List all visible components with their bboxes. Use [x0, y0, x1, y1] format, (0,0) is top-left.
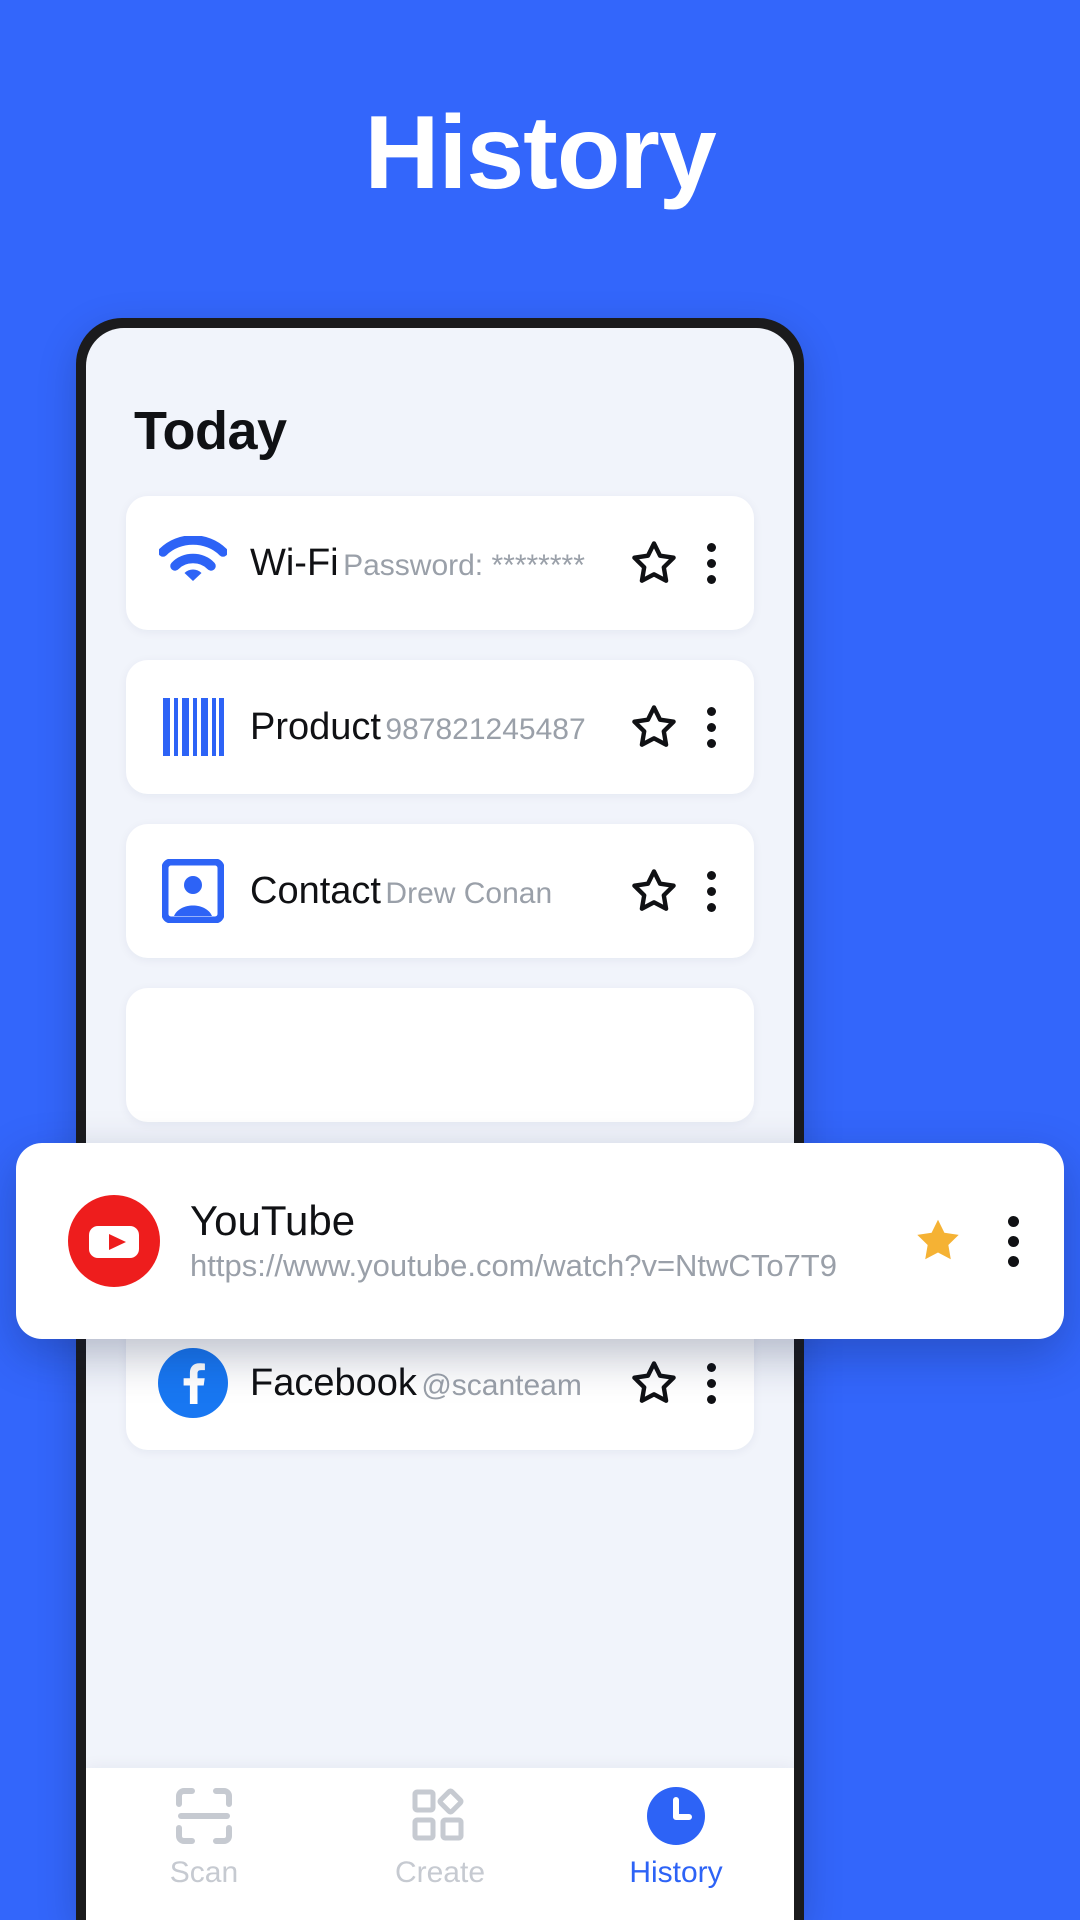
- list-item-title: YouTube: [190, 1197, 356, 1245]
- list-item-subtitle: 987821245487: [385, 712, 586, 746]
- bottom-navigation: Scan Create History: [86, 1768, 794, 1920]
- page-title: History: [364, 95, 716, 211]
- list-item-title: Contact: [250, 869, 381, 912]
- list-item-text: Wi-Fi Password: ********: [250, 541, 618, 586]
- star-icon-filled[interactable]: [912, 1215, 964, 1267]
- floating-list-item-youtube[interactable]: YouTube https://www.youtube.com/watch?v=…: [16, 1143, 1064, 1339]
- list-item-actions: [912, 1213, 1030, 1269]
- nav-item-history[interactable]: History: [576, 1786, 776, 1890]
- list-item-title: Facebook: [250, 1361, 417, 1404]
- list-item-title: Wi-Fi: [250, 541, 339, 584]
- list-item-text: Product 987821245487: [250, 705, 618, 750]
- phone-screen: Today Wi-Fi Password: ******** Product 9…: [86, 328, 794, 1920]
- youtube-icon: [66, 1193, 162, 1289]
- more-options-icon[interactable]: [694, 699, 728, 755]
- list-item-title: Product: [250, 705, 381, 748]
- more-options-icon[interactable]: [694, 535, 728, 591]
- wifi-icon: [156, 526, 230, 600]
- barcode-icon: [156, 690, 230, 764]
- nav-label-history: History: [629, 1856, 723, 1889]
- list-item[interactable]: Product 987821245487: [126, 660, 754, 794]
- more-options-icon[interactable]: [694, 1355, 728, 1411]
- list-item-actions: [628, 535, 728, 591]
- nav-label-create: Create: [394, 1856, 486, 1889]
- list-item-actions: [628, 699, 728, 755]
- list-item[interactable]: Wi-Fi Password: ********: [126, 496, 754, 630]
- list-item-text: YouTube https://www.youtube.com/watch?v=…: [190, 1196, 902, 1286]
- list-item-actions: [628, 863, 728, 919]
- list-item-subtitle: @scanteam: [421, 1368, 582, 1402]
- list-item-subtitle: Drew Conan: [385, 876, 553, 910]
- phone-frame: Today Wi-Fi Password: ******** Product 9…: [76, 318, 804, 1920]
- list-item-actions: [628, 1355, 728, 1411]
- facebook-icon: [156, 1346, 230, 1420]
- list-item-subtitle: Password: ********: [343, 548, 585, 582]
- history-icon: [645, 1786, 707, 1846]
- more-options-icon[interactable]: [996, 1213, 1030, 1269]
- star-icon[interactable]: [628, 1357, 680, 1409]
- list-item-text: Facebook @scanteam: [250, 1361, 618, 1406]
- star-icon[interactable]: [628, 865, 680, 917]
- more-options-icon[interactable]: [694, 863, 728, 919]
- list-item[interactable]: Contact Drew Conan: [126, 824, 754, 958]
- nav-item-scan[interactable]: Scan: [104, 1786, 304, 1890]
- star-icon[interactable]: [628, 537, 680, 589]
- list-item-text: Contact Drew Conan: [250, 869, 618, 914]
- contact-icon: [156, 854, 230, 928]
- section-header-today: Today: [134, 401, 287, 461]
- nav-item-create[interactable]: Create: [340, 1786, 540, 1890]
- scan-icon: [175, 1786, 233, 1846]
- list-item-obscured[interactable]: [126, 988, 754, 1122]
- list-item-subtitle: https://www.youtube.com/watch?v=NtwCTo7T…: [190, 1247, 837, 1283]
- star-icon[interactable]: [628, 701, 680, 753]
- create-icon: [411, 1786, 469, 1846]
- nav-label-scan: Scan: [169, 1856, 239, 1889]
- placeholder-icon: [156, 1018, 230, 1092]
